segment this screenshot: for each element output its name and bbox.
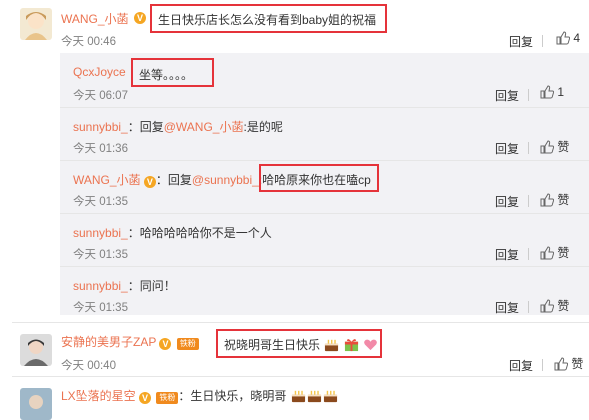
reply-line: sunnybbi_：哈哈哈哈哈你不是一个人 xyxy=(73,224,272,241)
divider xyxy=(60,107,589,108)
like-label: 赞 xyxy=(557,193,570,207)
thumbs-up-icon xyxy=(540,246,554,260)
thumbs-up-icon xyxy=(556,31,570,45)
reply-username[interactable]: QcxJoyce xyxy=(73,65,126,79)
mention-link[interactable]: @WANG_小菡 xyxy=(164,120,244,134)
avatar-image xyxy=(20,388,52,420)
reply-prefix: ：回复 xyxy=(127,120,164,134)
like-label: 赞 xyxy=(557,299,570,313)
divider xyxy=(528,195,529,207)
fan-badge: 铁粉 xyxy=(176,338,199,350)
comment-username[interactable]: 安静的美男子ZAP xyxy=(61,335,156,349)
reply-text: ：哈哈哈哈哈你不是一个人 xyxy=(127,226,272,240)
like-button[interactable]: 赞 xyxy=(540,297,569,314)
divider xyxy=(12,322,589,323)
comment-author-line: 安静的美男子ZAP V 铁粉 xyxy=(61,333,199,350)
reply-username[interactable]: sunnybbi_ xyxy=(73,226,128,240)
avatar-image xyxy=(20,334,52,366)
avatar[interactable] xyxy=(20,8,52,40)
avatar[interactable] xyxy=(20,388,52,420)
reply-timestamp: 今天 06:07 xyxy=(73,90,128,102)
divider xyxy=(528,89,529,101)
comment-timestamp: 今天 00:46 xyxy=(61,36,116,48)
highlight-box xyxy=(216,329,382,358)
comment-username[interactable]: LX坠落的星空 xyxy=(61,389,136,403)
vip-crown-icon: V xyxy=(143,176,156,188)
like-button[interactable]: 赞 xyxy=(540,138,569,155)
highlight-box xyxy=(259,164,379,192)
reply-username[interactable]: sunnybbi_ xyxy=(73,120,128,134)
divider xyxy=(528,301,529,313)
reply-line: sunnybbi_：回复@WANG_小菡:是的呢 xyxy=(73,118,283,135)
reply-timestamp: 今天 01:35 xyxy=(73,196,128,208)
reply-text: ：同问！ xyxy=(127,279,176,293)
highlight-box xyxy=(150,4,387,33)
reply-line: sunnybbi_：同问！ xyxy=(73,277,176,294)
highlight-box xyxy=(131,58,214,87)
thumbs-up-icon xyxy=(554,357,568,371)
like-button[interactable]: 1 xyxy=(540,85,564,99)
comment-text: ：生日快乐，晓明哥 xyxy=(178,389,287,403)
reply-button[interactable]: 回复 xyxy=(509,357,533,374)
like-count: 1 xyxy=(557,85,565,99)
like-label: 赞 xyxy=(557,140,570,154)
like-label: 赞 xyxy=(557,246,570,260)
thumbs-up-icon xyxy=(540,193,554,207)
divider xyxy=(60,213,589,214)
reply-button[interactable]: 回复 xyxy=(495,87,519,104)
mention-link[interactable]: @sunnybbi_ xyxy=(192,173,259,187)
cake-emoji-icon xyxy=(307,390,321,403)
reply-timestamp: 今天 01:35 xyxy=(73,302,128,314)
vip-crown-icon: V xyxy=(159,338,172,350)
reply-button[interactable]: 回复 xyxy=(495,299,519,316)
thumbs-up-icon xyxy=(540,85,554,99)
reply-button[interactable]: 回复 xyxy=(495,193,519,210)
divider xyxy=(542,35,543,47)
like-button[interactable]: 赞 xyxy=(540,191,569,208)
avatar-image xyxy=(20,8,52,40)
reply-text: :是的呢 xyxy=(243,120,283,134)
vip-crown-icon: V xyxy=(134,12,146,24)
divider xyxy=(60,266,589,267)
like-label: 赞 xyxy=(571,357,584,371)
like-button[interactable]: 赞 xyxy=(540,244,569,261)
thumbs-up-icon xyxy=(540,140,554,154)
reply-button[interactable]: 回复 xyxy=(509,33,533,50)
divider xyxy=(528,248,529,260)
reply-button[interactable]: 回复 xyxy=(495,140,519,157)
divider xyxy=(12,376,589,377)
cake-emoji-icon xyxy=(291,390,305,403)
reply-timestamp: 今天 01:35 xyxy=(73,249,128,261)
reply-username[interactable]: sunnybbi_ xyxy=(73,279,128,293)
divider xyxy=(542,359,543,371)
comment-author-line: LX坠落的星空 V 铁粉 ：生日快乐，晓明哥 xyxy=(61,387,338,404)
thumbs-up-icon xyxy=(540,299,554,313)
like-count: 4 xyxy=(573,31,581,45)
vip-crown-icon: V xyxy=(139,392,152,404)
divider xyxy=(60,160,589,161)
reply-button[interactable]: 回复 xyxy=(495,246,519,263)
avatar[interactable] xyxy=(20,334,52,366)
fan-badge: 铁粉 xyxy=(156,392,179,404)
reply-username[interactable]: WANG_小菡 xyxy=(73,173,141,187)
comment-username[interactable]: WANG_小菡 xyxy=(61,10,129,27)
comment-timestamp: 今天 00:40 xyxy=(61,360,116,372)
like-button[interactable]: 赞 xyxy=(554,355,583,372)
reply-timestamp: 今天 01:36 xyxy=(73,143,128,155)
like-button[interactable]: 4 xyxy=(556,31,580,45)
divider xyxy=(528,142,529,154)
cake-emoji-icon xyxy=(323,390,337,403)
reply-prefix: ：回复 xyxy=(155,173,192,187)
